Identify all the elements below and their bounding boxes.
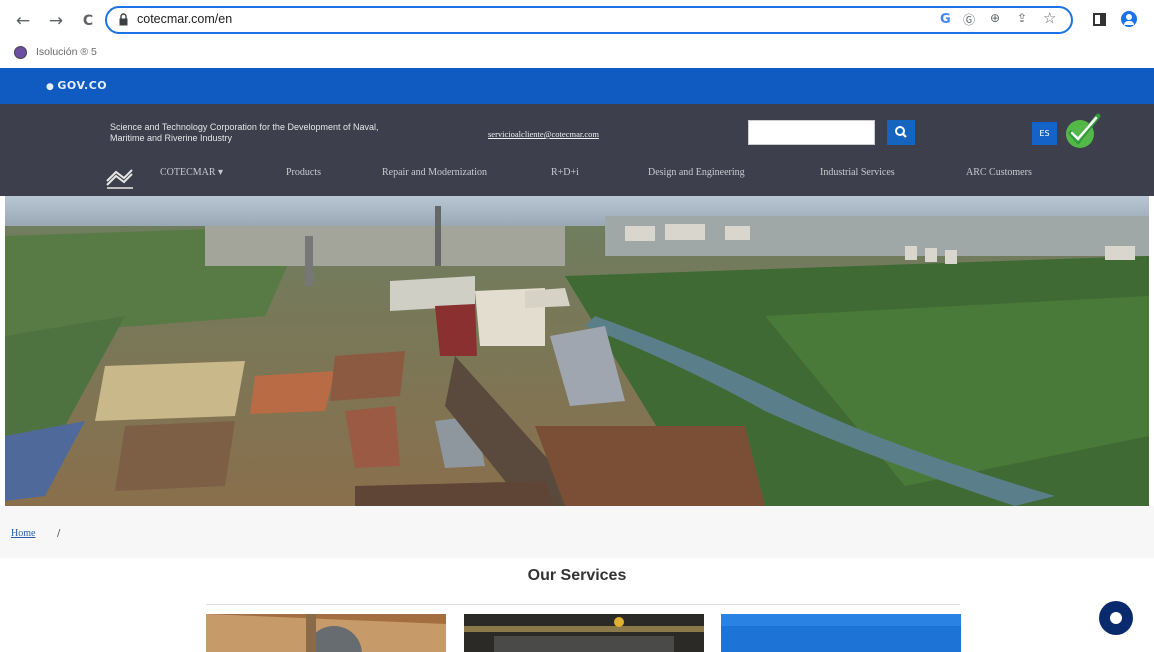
verified-check-icon <box>1066 113 1101 148</box>
nav-products[interactable]: Products <box>286 167 321 178</box>
search-input[interactable] <box>748 120 875 145</box>
breadcrumb-home-link[interactable]: Home <box>11 528 35 539</box>
hero-shipyard-image <box>5 196 1149 506</box>
site-header: Science and Technology Corporation for t… <box>0 104 1154 196</box>
address-bar[interactable]: cotecmar.com/en G Ⓖ ⊕ ⇪ ☆ <box>105 6 1073 34</box>
bookmark-favicon-icon <box>14 46 27 59</box>
back-icon[interactable]: ← <box>12 11 34 31</box>
service-card[interactable] <box>721 614 961 652</box>
nav-repair-modernization[interactable]: Repair and Modernization <box>382 167 487 178</box>
sidepanel-icon[interactable] <box>1093 13 1106 26</box>
service-card[interactable] <box>206 614 446 652</box>
gov-bar: ● GOV.CO <box>0 68 1154 104</box>
services-heading: Our Services <box>527 567 627 584</box>
browser-toolbar: ← → C cotecmar.com/en G Ⓖ ⊕ ⇪ ☆ Isolució… <box>0 0 1154 68</box>
breadcrumb: Home / <box>0 506 1154 558</box>
forward-icon[interactable]: → <box>45 11 67 31</box>
services-divider <box>206 604 960 605</box>
share-icon[interactable]: ⇪ <box>1017 11 1027 25</box>
profile-icon[interactable] <box>1121 11 1137 27</box>
contact-email-link[interactable]: servicioalcliente@cotecmar.com <box>488 129 599 139</box>
url-text[interactable]: cotecmar.com/en <box>137 12 232 26</box>
translate-icon[interactable]: Ⓖ <box>963 11 975 28</box>
nav-industrial-services[interactable]: Industrial Services <box>820 167 895 178</box>
gov-logo[interactable]: ● GOV.CO <box>46 79 107 92</box>
reload-icon[interactable]: C <box>77 11 99 31</box>
nav-design-engineering[interactable]: Design and Engineering <box>648 167 745 178</box>
gov-shield-icon: ● <box>46 82 55 92</box>
language-button[interactable]: ES <box>1032 122 1057 145</box>
nav-cotecmar[interactable]: COTECMAR ▾ <box>160 167 223 178</box>
chat-widget-icon[interactable] <box>1099 601 1133 635</box>
google-icon[interactable]: G <box>940 12 951 27</box>
lock-icon[interactable] <box>119 13 128 26</box>
nav-arc-customers[interactable]: ARC Customers <box>966 167 1032 178</box>
bookmark-label: Isolución ® 5 <box>36 46 97 58</box>
zoom-icon[interactable]: ⊕ <box>990 11 1000 25</box>
nav-rdi[interactable]: R+D+i <box>551 167 579 178</box>
service-card[interactable] <box>464 614 704 652</box>
site-tagline: Science and Technology Corporation for t… <box>110 122 379 143</box>
search-button[interactable] <box>887 120 915 145</box>
search-icon <box>895 126 907 138</box>
star-icon[interactable]: ☆ <box>1043 9 1056 27</box>
cotecmar-logo-icon[interactable] <box>104 167 136 191</box>
breadcrumb-separator: / <box>57 528 61 539</box>
